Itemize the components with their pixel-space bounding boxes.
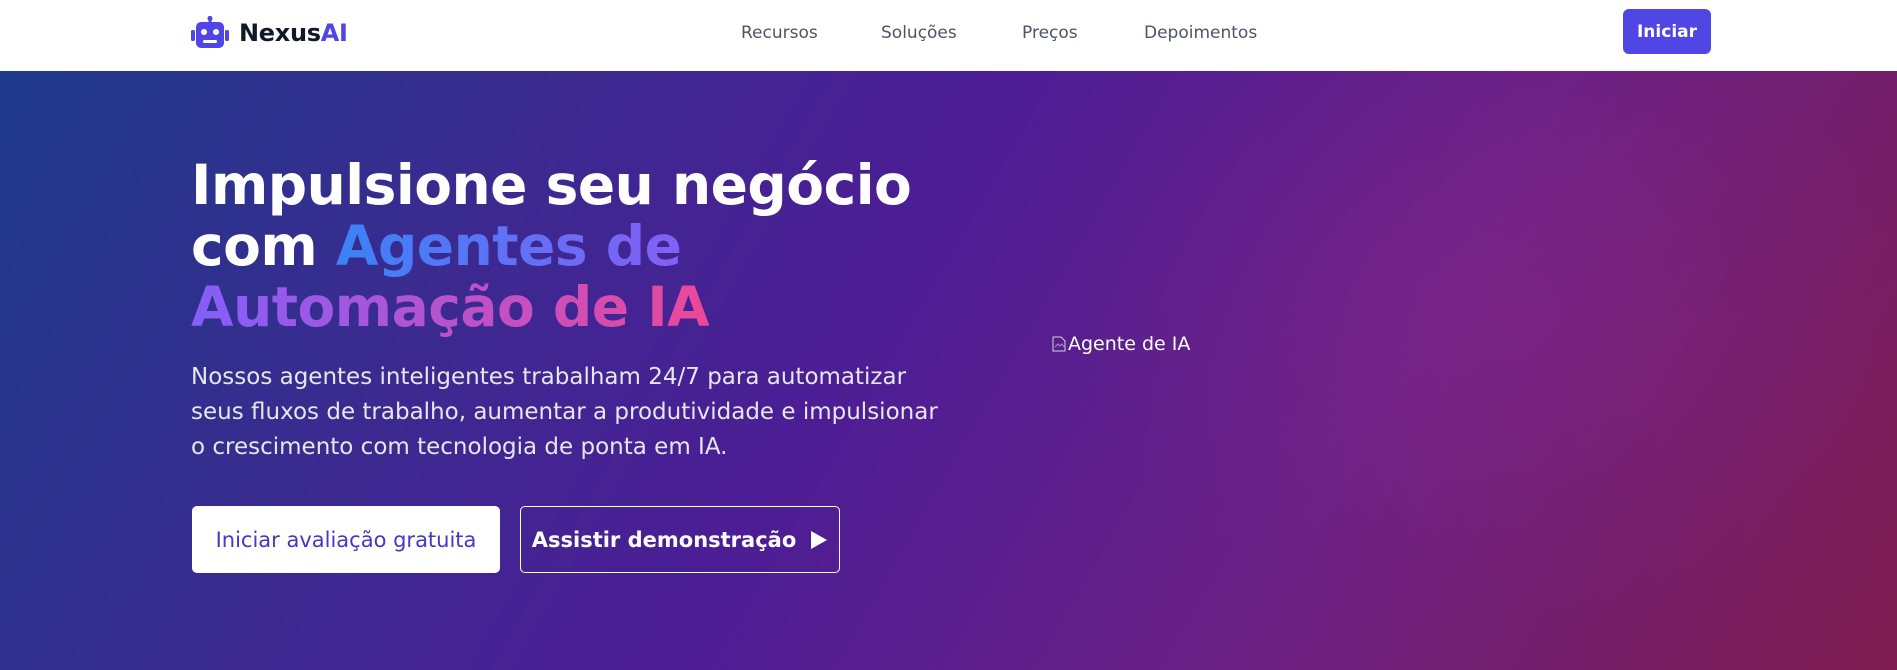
free-trial-button[interactable]: Iniciar avaliação gratuita xyxy=(192,506,500,573)
watch-demo-label: Assistir demonstração xyxy=(531,527,797,552)
hero-background-glow xyxy=(1000,71,1897,670)
nav-link-recursos[interactable]: Recursos xyxy=(741,20,818,46)
brand-name-accent: AI xyxy=(320,19,348,47)
start-button[interactable]: Iniciar xyxy=(1623,9,1711,54)
hero-subtext: Nossos agentes inteligentes trabalham 24… xyxy=(191,364,938,460)
nav-link-depoimentos[interactable]: Depoimentos xyxy=(1144,20,1257,46)
brand-logo[interactable]: NexusAI xyxy=(191,15,348,51)
ai-agent-image: Agente de IA xyxy=(1052,331,1190,357)
top-navbar: NexusAI Recursos Soluções Preços Depoime… xyxy=(0,0,1897,71)
brand-name: NexusAI xyxy=(239,19,348,47)
brand-name-main: Nexus xyxy=(239,19,321,47)
play-icon xyxy=(811,530,828,549)
nav-link-solucoes[interactable]: Soluções xyxy=(881,20,957,46)
ai-agent-image-alt: Agente de IA xyxy=(1068,333,1191,355)
nav-link-precos[interactable]: Preços xyxy=(1022,20,1078,46)
robot-icon xyxy=(191,16,229,48)
broken-image-icon xyxy=(1052,336,1066,352)
watch-demo-button[interactable]: Assistir demonstração xyxy=(520,506,840,573)
hero-headline: Impulsione seu negócio com Agentes de Au… xyxy=(191,155,971,338)
hero-section: Impulsione seu negócio com Agentes de Au… xyxy=(0,71,1897,670)
